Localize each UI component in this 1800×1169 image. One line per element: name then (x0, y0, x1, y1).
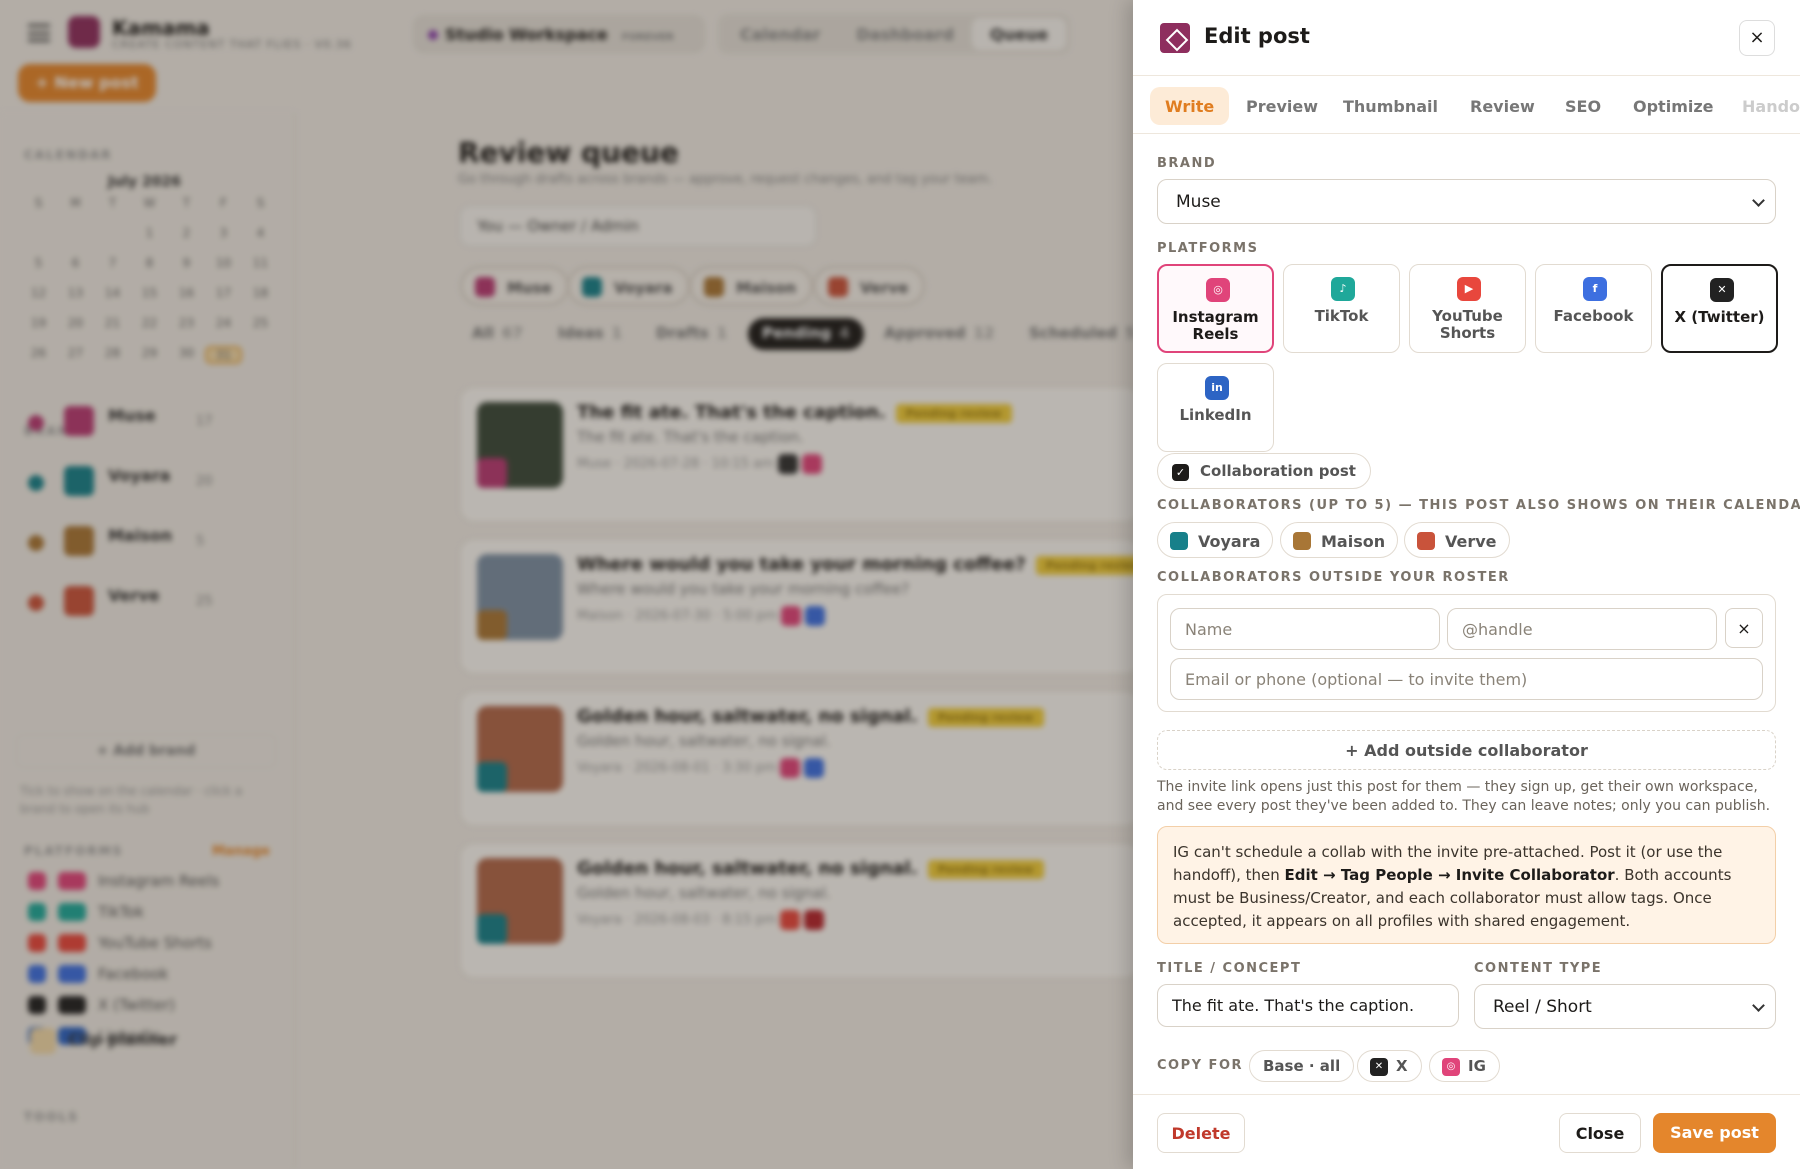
platform-option-tiktok[interactable]: ♪ TikTok (1283, 264, 1400, 353)
drawer-title: Edit post (1204, 24, 1310, 48)
outside-name-input[interactable] (1170, 608, 1440, 650)
modal-backdrop[interactable] (0, 0, 1133, 1169)
platform-option-label: Instagram Reels (1172, 308, 1259, 343)
edit-post-drawer: Edit post × Write Preview Thumbnail Revi… (1133, 0, 1800, 1169)
chevron-down-icon (1752, 999, 1765, 1012)
platform-icon: ◎ (1206, 278, 1230, 302)
platform-option-label: YouTube Shorts (1432, 307, 1503, 342)
platform-option-label: X (Twitter) (1674, 308, 1765, 326)
collaborators-label: COLLABORATORS (UP TO 5) — THIS POST ALSO… (1157, 498, 1800, 513)
collaborator-chip[interactable]: Voyara (1157, 522, 1274, 558)
drawer-tabs: Write Preview Thumbnail Review SEO Optim… (1133, 76, 1800, 134)
collaborator-avatar-icon (1293, 532, 1311, 550)
checkbox-checked-icon: ✓ (1172, 464, 1189, 481)
brand-select[interactable]: Muse (1157, 179, 1776, 224)
brand-diamond-icon (1160, 23, 1190, 53)
platform-option-linkedin[interactable]: in LinkedIn (1157, 363, 1274, 452)
platform-option-youtube-shorts[interactable]: ▶ YouTube Shorts (1409, 264, 1526, 353)
tab-optimize[interactable]: Optimize (1618, 87, 1729, 125)
platform-option-x-twitter[interactable]: ✕ X (Twitter) (1661, 264, 1778, 353)
copy-for-chip[interactable]: ✕ X (1357, 1050, 1422, 1082)
copy-for-chip-label: X (1396, 1057, 1408, 1075)
tab-preview[interactable]: Preview (1231, 87, 1333, 125)
collaboration-post-toggle[interactable]: ✓ Collaboration post (1157, 453, 1371, 489)
tab-thumbnail[interactable]: Thumbnail (1328, 87, 1453, 125)
chevron-down-icon (1752, 194, 1765, 207)
add-outside-collaborator-button[interactable]: + Add outside collaborator (1157, 730, 1776, 770)
platform-option-label: Facebook (1553, 307, 1634, 325)
save-post-button[interactable]: Save post (1653, 1113, 1776, 1153)
x-icon: ✕ (1370, 1058, 1388, 1076)
platform-option-instagram-reels[interactable]: ◎ Instagram Reels (1157, 264, 1274, 353)
copy-for-chip-label: IG (1468, 1057, 1486, 1075)
copy-for-label: COPY FOR (1157, 1058, 1244, 1073)
content-type-label: CONTENT TYPE (1474, 961, 1603, 976)
outside-collaborators-label: COLLABORATORS OUTSIDE YOUR ROSTER (1157, 570, 1510, 585)
platform-option-label: LinkedIn (1179, 406, 1252, 424)
collaborator-avatar-icon (1417, 532, 1435, 550)
content-type-select[interactable]: Reel / Short (1474, 984, 1776, 1029)
platform-icon: ♪ (1331, 277, 1355, 301)
instagram-collab-note: IG can't schedule a collab with the invi… (1157, 826, 1776, 944)
collaborator-name: Maison (1321, 532, 1386, 551)
collaborator-chip[interactable]: Maison (1280, 522, 1399, 558)
outside-handle-input[interactable] (1447, 608, 1717, 650)
collaborator-avatar-icon (1170, 532, 1188, 550)
close-icon[interactable]: × (1739, 20, 1775, 56)
title-concept-label: TITLE / CONCEPT (1157, 961, 1302, 976)
platform-icon: f (1583, 277, 1607, 301)
delete-button[interactable]: Delete (1157, 1113, 1245, 1153)
platform-option-label: TikTok (1314, 307, 1369, 325)
brand-label: BRAND (1157, 156, 1217, 171)
copy-for-chip-label: Base · all (1263, 1057, 1341, 1075)
outside-contact-input[interactable] (1170, 658, 1763, 700)
drawer-header: Edit post × (1133, 0, 1800, 76)
drawer-footer: Delete Close Save post (1133, 1094, 1800, 1169)
tab-write[interactable]: Write (1150, 87, 1230, 125)
invite-help-text: The invite link opens just this post for… (1157, 779, 1771, 814)
collaboration-post-label: Collaboration post (1200, 462, 1356, 480)
outside-collaborator-entry: × (1157, 594, 1776, 712)
platform-icon: in (1205, 376, 1229, 400)
copy-for-chip[interactable]: ◎ IG (1429, 1050, 1500, 1082)
platform-option-facebook[interactable]: f Facebook (1535, 264, 1652, 353)
tab-review[interactable]: Review (1455, 87, 1550, 125)
platforms-label: PLATFORMS (1157, 241, 1259, 256)
collaborator-name: Verve (1445, 532, 1497, 551)
content-type-value: Reel / Short (1493, 997, 1592, 1017)
collaborator-chip[interactable]: Verve (1404, 522, 1510, 558)
tab-handoff[interactable]: Handoff (1727, 87, 1800, 125)
platform-icon: ✕ (1710, 278, 1734, 302)
remove-collaborator-icon[interactable]: × (1725, 608, 1763, 648)
instagram-icon: ◎ (1442, 1058, 1460, 1076)
platform-icon: ▶ (1457, 277, 1481, 301)
close-button[interactable]: Close (1559, 1113, 1641, 1153)
brand-select-value: Muse (1176, 192, 1221, 212)
tab-seo[interactable]: SEO (1550, 87, 1616, 125)
title-concept-input[interactable] (1157, 984, 1459, 1027)
copy-for-chip[interactable]: Base · all (1249, 1050, 1355, 1082)
collaborator-name: Voyara (1198, 532, 1261, 551)
note-text-bold: Edit → Tag People → Invite Collaborator (1284, 866, 1615, 884)
